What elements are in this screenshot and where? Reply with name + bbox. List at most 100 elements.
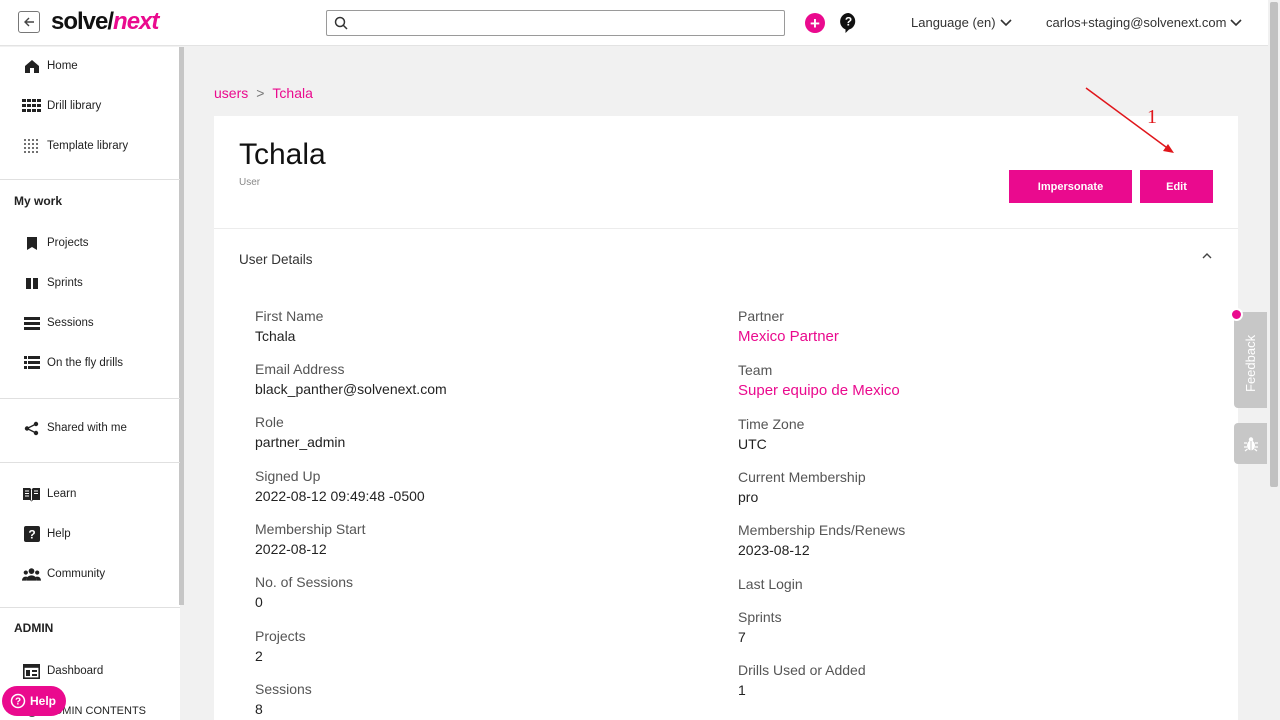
sidebar-item-on-the-fly-drills[interactable]: On the fly drills: [22, 355, 123, 371]
sidebar-item-drill-library[interactable]: Drill library: [22, 98, 101, 114]
detail-value: 2022-08-12 09:49:48 -0500: [255, 488, 425, 504]
card-divider: [214, 228, 1238, 229]
breadcrumb: users > Tchala: [214, 85, 313, 101]
book-icon: [23, 487, 40, 501]
bug-report-tab[interactable]: [1234, 423, 1267, 464]
detail-value: 2022-08-12: [255, 541, 327, 557]
plus-icon: +: [810, 13, 820, 33]
detail-sessions: Sessions 8: [255, 681, 312, 717]
detail-value: 1: [738, 682, 746, 698]
people-icon: [22, 568, 41, 581]
sidebar-item-sessions[interactable]: Sessions: [22, 315, 94, 331]
detail-label: Time Zone: [738, 416, 805, 432]
sidebar-item-label: Shared with me: [47, 422, 127, 434]
detail-value: 0: [255, 594, 263, 610]
grid-icon: [22, 99, 41, 112]
sidebar-item-shared-with-me[interactable]: Shared with me: [22, 420, 127, 436]
detail-label: Role: [255, 414, 284, 430]
detail-projects: Projects 2: [255, 628, 306, 664]
detail-label: Last Login: [738, 576, 803, 592]
sidebar-item-template-library[interactable]: Template library: [22, 138, 128, 154]
breadcrumb-users-link[interactable]: users: [214, 85, 248, 101]
search-input[interactable]: [326, 10, 785, 36]
chevron-up-icon[interactable]: [1202, 252, 1212, 259]
detail-signed-up: Signed Up 2022-08-12 09:49:48 -0500: [255, 468, 425, 504]
detail-role: Role partner_admin: [255, 414, 345, 450]
sidebar-heading-my-work: My work: [14, 194, 63, 208]
detail-drills-used: Drills Used or Added 1: [738, 662, 866, 698]
detail-value: 8: [255, 701, 263, 717]
detail-label: Sessions: [255, 681, 312, 697]
sidebar-item-label: Sprints: [47, 277, 83, 289]
team-link[interactable]: Super equipo de Mexico: [738, 382, 900, 399]
language-label: Language (en): [911, 15, 996, 30]
edit-button[interactable]: Edit: [1140, 170, 1213, 203]
annotation-number: 1: [1147, 106, 1157, 128]
sidebar-item-label: Drill library: [47, 100, 102, 112]
detail-label: Membership Start: [255, 521, 366, 537]
breadcrumb-separator: >: [256, 85, 265, 101]
sidebar-item-sprints[interactable]: Sprints: [22, 275, 83, 291]
list-detail-icon: [23, 356, 40, 369]
bug-icon: [1243, 436, 1258, 451]
sidebar-item-community[interactable]: Community: [22, 566, 105, 582]
sidebar-item-help[interactable]: ? Help: [22, 526, 71, 542]
sidebar-item-label: Dashboard: [47, 665, 104, 677]
account-dropdown[interactable]: carlos+staging@solvenext.com: [1046, 15, 1243, 30]
sidebar-scrollbar[interactable]: [179, 47, 184, 605]
question-bubble-icon[interactable]: ?: [839, 12, 858, 34]
detail-value: 2023-08-12: [738, 542, 810, 558]
home-icon: [24, 59, 39, 73]
dashboard-icon: [23, 663, 40, 679]
feedback-tab[interactable]: Feedback: [1234, 312, 1267, 408]
svg-text:?: ?: [845, 15, 852, 29]
sidebar-item-label: Help: [47, 528, 71, 540]
logo[interactable]: solve/next: [51, 8, 159, 36]
share-icon: [24, 421, 39, 435]
feedback-label: Feedback: [1243, 334, 1258, 392]
add-button[interactable]: +: [805, 13, 825, 33]
detail-membership-ends: Membership Ends/Renews 2023-08-12: [738, 522, 905, 558]
partner-link[interactable]: Mexico Partner: [738, 328, 839, 345]
sidebar-item-label: Sessions: [47, 317, 94, 329]
language-dropdown[interactable]: Language (en): [911, 15, 1012, 30]
sidebar-divider: [0, 398, 180, 399]
sidebar-item-projects[interactable]: Projects: [22, 235, 89, 251]
detail-value: Tchala: [255, 328, 296, 344]
sidebar-divider: [0, 462, 180, 463]
detail-partner: Partner Mexico Partner: [738, 308, 839, 345]
help-fab-button[interactable]: ? Help: [2, 686, 66, 716]
chevron-down-icon: [1230, 18, 1243, 26]
detail-label: Team: [738, 362, 773, 378]
impersonate-button[interactable]: Impersonate: [1009, 170, 1132, 203]
sidebar-item-dashboard[interactable]: Dashboard: [22, 663, 103, 679]
detail-sprints: Sprints 7: [738, 609, 782, 645]
sidebar-item-label: Learn: [47, 488, 77, 500]
question-icon: ?: [23, 526, 40, 542]
detail-team: Team Super equipo de Mexico: [738, 362, 900, 399]
page-scrollbar-thumb[interactable]: [1270, 2, 1278, 487]
detail-first-name: First Name Tchala: [255, 308, 323, 344]
svg-text:?: ?: [15, 697, 21, 708]
sidebar-heading-admin: ADMIN: [14, 621, 54, 635]
detail-current-membership: Current Membership pro: [738, 469, 866, 505]
sidebar-item-label: Template library: [47, 140, 129, 152]
svg-text:?: ?: [28, 528, 35, 542]
help-fab-label: Help: [30, 694, 57, 708]
detail-no-of-sessions: No. of Sessions 0: [255, 574, 353, 610]
logo-text-next: next: [113, 8, 159, 35]
back-button[interactable]: [18, 11, 40, 33]
detail-label: Drills Used or Added: [738, 662, 866, 678]
list-icon: [23, 316, 40, 330]
detail-membership-start: Membership Start 2022-08-12: [255, 521, 365, 557]
detail-value: black_panther@solvenext.com: [255, 381, 447, 397]
detail-label: No. of Sessions: [255, 574, 354, 590]
detail-label: Current Membership: [738, 469, 866, 485]
breadcrumb-current[interactable]: Tchala: [272, 85, 312, 101]
sidebar-item-learn[interactable]: Learn: [22, 486, 76, 502]
detail-label: Projects: [255, 628, 306, 644]
sidebar-item-home[interactable]: Home: [22, 58, 78, 74]
account-email: carlos+staging@solvenext.com: [1046, 15, 1227, 30]
detail-time-zone: Time Zone UTC: [738, 416, 804, 452]
detail-value: pro: [738, 489, 759, 505]
